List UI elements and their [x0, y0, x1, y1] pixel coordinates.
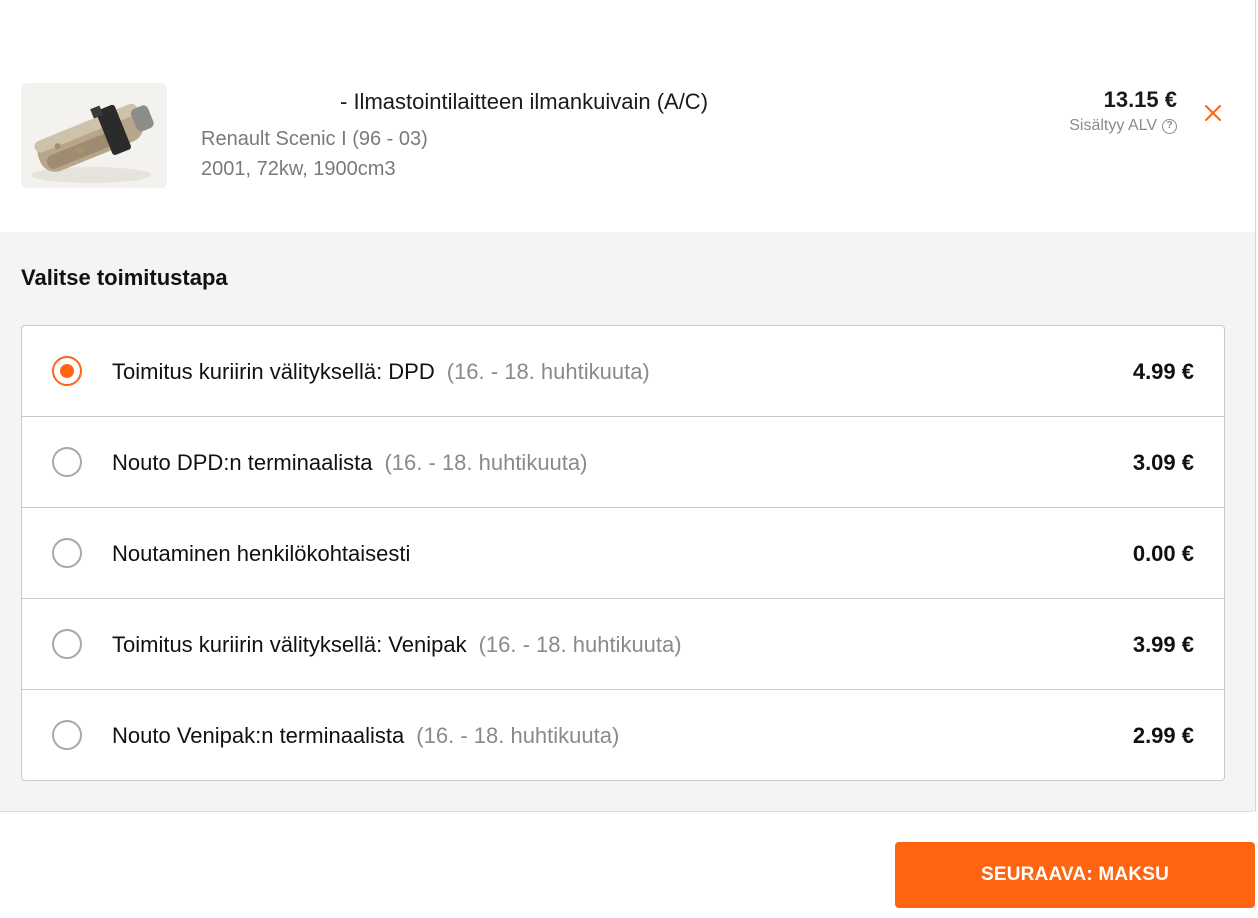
- vat-label: Sisältyy ALV: [1069, 117, 1157, 134]
- next-payment-button[interactable]: SEURAAVA: MAKSU: [895, 842, 1255, 908]
- option-label: Noutaminen henkilökohtaisesti: [112, 541, 411, 566]
- option-date: (16. - 18. huhtikuuta): [446, 359, 650, 384]
- delivery-option-dpd-courier[interactable]: Toimitus kuriirin välityksellä: DPD (16. …: [22, 326, 1224, 417]
- radio-button[interactable]: [52, 720, 82, 750]
- section-heading: Valitse toimitustapa: [21, 265, 228, 290]
- delivery-options-list: Toimitus kuriirin välityksellä: DPD (16. …: [21, 325, 1225, 781]
- option-label: Nouto DPD:n terminaalista (16. - 18. huht…: [112, 450, 588, 475]
- vehicle-model: Renault Scenic I (96 - 03): [201, 128, 428, 150]
- help-icon[interactable]: ?: [1162, 118, 1177, 134]
- cart-item: - Ilmastointilaitteen ilmankuivain (A/C)…: [0, 0, 1255, 232]
- option-price: 0.00 €: [1132, 541, 1194, 566]
- checkout-page: - Ilmastointilaitteen ilmankuivain (A/C)…: [0, 0, 1258, 918]
- delivery-section: Valitse toimitustapa Toimitus kuriirin v…: [0, 232, 1255, 812]
- delivery-option-venipak-terminal[interactable]: Nouto Venipak:n terminaalista (16. - 18. …: [22, 690, 1224, 780]
- product-image[interactable]: [21, 83, 167, 188]
- vat-note: Sisältyy ALV ?: [1069, 117, 1177, 135]
- part-photo-icon: [21, 83, 167, 188]
- remove-item-button[interactable]: [1201, 101, 1225, 125]
- option-price: 4.99 €: [1132, 359, 1194, 384]
- option-price: 3.99 €: [1132, 632, 1194, 657]
- delivery-option-dpd-terminal[interactable]: Nouto DPD:n terminaalista (16. - 18. huht…: [22, 417, 1224, 508]
- option-label: Nouto Venipak:n terminaalista (16. - 18. …: [112, 723, 620, 748]
- product-price: 13.15 €: [1103, 87, 1177, 112]
- option-date: (16. - 18. huhtikuuta): [478, 632, 682, 657]
- vehicle-spec: 2001, 72kw, 1900cm3: [201, 158, 396, 180]
- option-label: Toimitus kuriirin välityksellä: DPD (16. …: [112, 359, 650, 384]
- product-title[interactable]: - Ilmastointilaitteen ilmankuivain (A/C): [340, 89, 708, 115]
- delivery-option-venipak-courier[interactable]: Toimitus kuriirin välityksellä: Venipak(…: [22, 599, 1224, 690]
- option-date: (16. - 18. huhtikuuta): [384, 450, 588, 475]
- option-label: Toimitus kuriirin välityksellä: Venipak(…: [112, 632, 682, 657]
- option-price: 2.99 €: [1132, 723, 1194, 748]
- divider: [1255, 0, 1256, 812]
- radio-button[interactable]: [52, 629, 82, 659]
- close-icon: [1205, 105, 1221, 121]
- delivery-option-personal-pickup[interactable]: Noutaminen henkilökohtaisesti 0.00 €: [22, 508, 1224, 599]
- radio-button[interactable]: [52, 538, 82, 568]
- option-date: (16. - 18. huhtikuuta): [416, 723, 620, 748]
- radio-button[interactable]: [52, 447, 82, 477]
- option-price: 3.09 €: [1132, 450, 1194, 475]
- radio-button[interactable]: [52, 356, 82, 386]
